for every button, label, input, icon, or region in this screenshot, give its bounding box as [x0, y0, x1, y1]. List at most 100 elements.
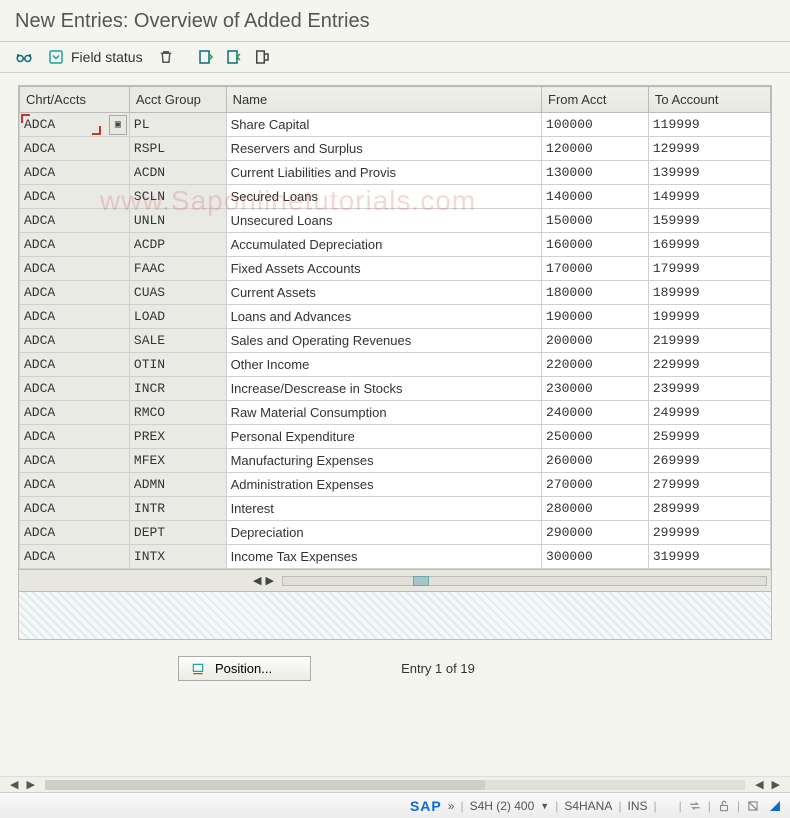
cell-group[interactable]: ADMN [129, 473, 226, 497]
cell-name[interactable]: Current Assets [226, 281, 541, 305]
table-row[interactable]: ADCAOTINOther Income220000229999 [20, 353, 771, 377]
table-row[interactable]: ADCAINTRInterest280000289999 [20, 497, 771, 521]
cell-group[interactable]: OTIN [129, 353, 226, 377]
delete-icon[interactable] [157, 48, 175, 66]
cell-group[interactable]: RMCO [129, 401, 226, 425]
col-header-to[interactable]: To Account [648, 87, 770, 113]
table-row[interactable]: ADCASCLNSecured Loans140000149999 [20, 185, 771, 209]
cell-name[interactable]: Reservers and Surplus [226, 137, 541, 161]
cell-name[interactable]: Income Tax Expenses [226, 545, 541, 569]
resize-grip-icon[interactable] [770, 801, 780, 811]
cell-chrt[interactable]: ADCA [20, 257, 130, 281]
cell-to[interactable]: 189999 [648, 281, 770, 305]
cell-from[interactable]: 270000 [542, 473, 649, 497]
cell-from[interactable]: 130000 [542, 161, 649, 185]
cell-name[interactable]: Raw Material Consumption [226, 401, 541, 425]
cell-from[interactable]: 200000 [542, 329, 649, 353]
configure-icon[interactable] [253, 48, 271, 66]
cell-to[interactable]: 149999 [648, 185, 770, 209]
cell-to[interactable]: 269999 [648, 449, 770, 473]
select-all-icon[interactable] [197, 48, 215, 66]
table-row[interactable]: ADCAFAACFixed Assets Accounts17000017999… [20, 257, 771, 281]
cell-chrt[interactable]: ADCA [20, 545, 130, 569]
unlock-icon[interactable] [717, 799, 731, 813]
cell-name[interactable]: Administration Expenses [226, 473, 541, 497]
glasses-icon[interactable] [15, 48, 33, 66]
cell-group[interactable]: INTX [129, 545, 226, 569]
cell-from[interactable]: 280000 [542, 497, 649, 521]
cell-to[interactable]: 229999 [648, 353, 770, 377]
cell-chrt[interactable]: ADCA [20, 161, 130, 185]
window-scroll-right2-icon[interactable]: ▶ [768, 778, 784, 791]
cell-group[interactable]: ACDN [129, 161, 226, 185]
cell-to[interactable]: 279999 [648, 473, 770, 497]
value-help-icon[interactable]: ▣ [109, 115, 127, 135]
cell-from[interactable]: 220000 [542, 353, 649, 377]
cell-to[interactable]: 219999 [648, 329, 770, 353]
table-row[interactable]: ADCAADMNAdministration Expenses270000279… [20, 473, 771, 497]
window-scroll-left-icon[interactable]: ◀ [6, 778, 22, 791]
cell-group[interactable]: CUAS [129, 281, 226, 305]
cell-name[interactable]: Other Income [226, 353, 541, 377]
cell-from[interactable]: 120000 [542, 137, 649, 161]
cell-chrt[interactable]: ADCA [20, 521, 130, 545]
table-row[interactable]: ADCAINCRIncrease/Descrease in Stocks2300… [20, 377, 771, 401]
abort-icon[interactable] [746, 799, 760, 813]
cell-name[interactable]: Loans and Advances [226, 305, 541, 329]
cell-chrt[interactable]: ADCA [20, 377, 130, 401]
cell-group[interactable]: LOAD [129, 305, 226, 329]
table-row[interactable]: ADCARSPLReservers and Surplus12000012999… [20, 137, 771, 161]
cell-name[interactable]: Accumulated Depreciation [226, 233, 541, 257]
cell-chrt[interactable]: ADCA [20, 425, 130, 449]
transfer-icon[interactable] [688, 799, 702, 813]
cell-chrt[interactable]: ADCA [20, 281, 130, 305]
cell-chrt[interactable]: ADCA [20, 353, 130, 377]
cell-from[interactable]: 140000 [542, 185, 649, 209]
window-scroll-right-icon[interactable]: ▶ [22, 778, 38, 791]
deselect-all-icon[interactable] [225, 48, 243, 66]
cell-name[interactable]: Fixed Assets Accounts [226, 257, 541, 281]
cell-name[interactable]: Depreciation [226, 521, 541, 545]
scroll-right-icon[interactable]: ▶ [265, 574, 273, 587]
cell-group[interactable]: PL [129, 113, 226, 137]
table-row[interactable]: ADCASALESales and Operating Revenues2000… [20, 329, 771, 353]
cell-group[interactable]: MFEX [129, 449, 226, 473]
cell-to[interactable]: 169999 [648, 233, 770, 257]
cell-to[interactable]: 289999 [648, 497, 770, 521]
cell-from[interactable]: 160000 [542, 233, 649, 257]
cell-to[interactable]: 159999 [648, 209, 770, 233]
cell-group[interactable]: ACDP [129, 233, 226, 257]
cell-to[interactable]: 299999 [648, 521, 770, 545]
cell-chrt[interactable]: ADCA [20, 401, 130, 425]
table-row[interactable]: ADCAACDNCurrent Liabilities and Provis13… [20, 161, 771, 185]
cell-to[interactable]: 139999 [648, 161, 770, 185]
table-row[interactable]: ADCAMFEXManufacturing Expenses2600002699… [20, 449, 771, 473]
cell-name[interactable]: Unsecured Loans [226, 209, 541, 233]
table-row[interactable]: ADCALOADLoans and Advances190000199999 [20, 305, 771, 329]
cell-chrt[interactable]: ADCA▣ [20, 113, 130, 137]
cell-group[interactable]: FAAC [129, 257, 226, 281]
cell-chrt[interactable]: ADCA [20, 209, 130, 233]
cell-chrt[interactable]: ADCA [20, 329, 130, 353]
cell-from[interactable]: 260000 [542, 449, 649, 473]
cell-name[interactable]: Share Capital [226, 113, 541, 137]
window-scroll-left2-icon[interactable]: ◀ [751, 778, 767, 791]
cell-to[interactable]: 259999 [648, 425, 770, 449]
cell-chrt[interactable]: ADCA [20, 473, 130, 497]
cell-from[interactable]: 180000 [542, 281, 649, 305]
expand-statusbar-icon[interactable]: » [448, 799, 455, 813]
cell-group[interactable]: SALE [129, 329, 226, 353]
cell-to[interactable]: 239999 [648, 377, 770, 401]
cell-name[interactable]: Current Liabilities and Provis [226, 161, 541, 185]
table-row[interactable]: ADCACUASCurrent Assets180000189999 [20, 281, 771, 305]
cell-to[interactable]: 129999 [648, 137, 770, 161]
scroll-left-icon[interactable]: ◀ [253, 574, 261, 587]
cell-to[interactable]: 249999 [648, 401, 770, 425]
cell-chrt[interactable]: ADCA [20, 449, 130, 473]
cell-group[interactable]: DEPT [129, 521, 226, 545]
cell-from[interactable]: 100000 [542, 113, 649, 137]
cell-to[interactable]: 119999 [648, 113, 770, 137]
cell-from[interactable]: 300000 [542, 545, 649, 569]
table-row[interactable]: ADCAINTXIncome Tax Expenses300000319999 [20, 545, 771, 569]
cell-name[interactable]: Interest [226, 497, 541, 521]
